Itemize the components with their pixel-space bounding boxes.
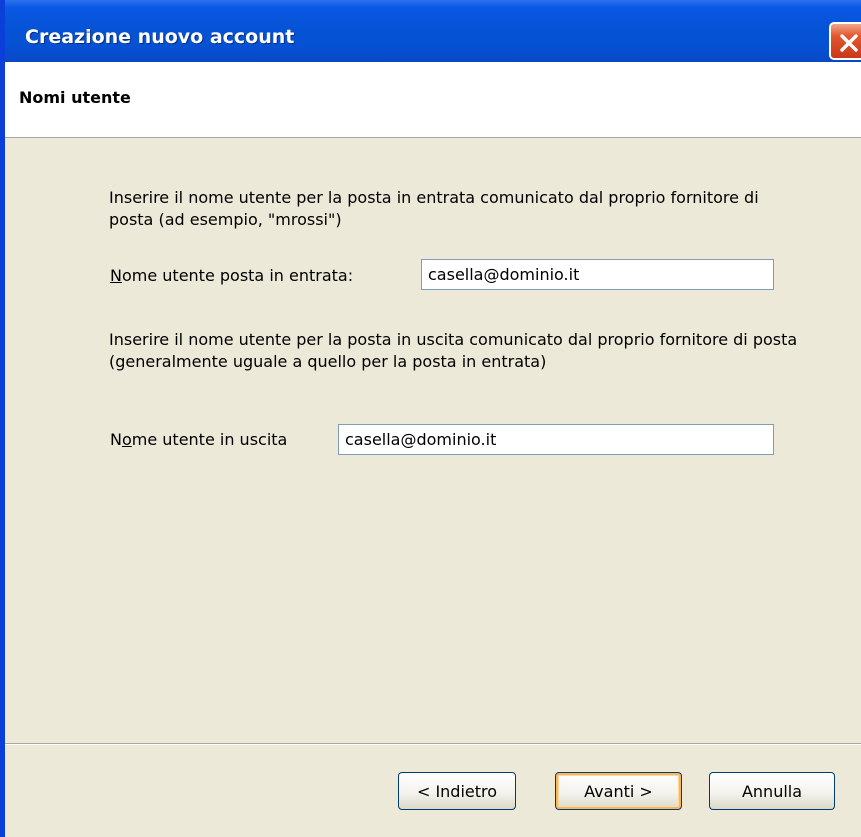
close-button[interactable] (829, 22, 861, 60)
title-bar[interactable]: Creazione nuovo account (5, 0, 861, 62)
incoming-label-accel: N (110, 266, 122, 285)
wizard-header: Nomi utente (5, 62, 861, 138)
incoming-description: Inserire il nome utente per la posta in … (109, 188, 759, 229)
footer-separator (5, 743, 861, 745)
wizard-content: Inserire il nome utente per la posta in … (5, 139, 861, 743)
outgoing-username-label: Nome utente in uscita (110, 430, 287, 449)
outgoing-description: Inserire il nome utente per la posta in … (109, 330, 798, 371)
outgoing-label-accel: o (121, 430, 132, 449)
close-icon (840, 34, 858, 52)
page-title: Nomi utente (19, 88, 131, 107)
next-button[interactable]: Avanti > (555, 772, 682, 810)
window-title: Creazione nuovo account (25, 26, 295, 48)
back-button[interactable]: < Indietro (398, 772, 516, 810)
cancel-button[interactable]: Annulla (709, 772, 835, 810)
outgoing-username-input[interactable] (338, 424, 774, 455)
outgoing-label-pre: N (110, 430, 122, 449)
outgoing-label-text: me utente in uscita (131, 430, 288, 449)
incoming-label-text: ome utente posta in entrata: (121, 266, 354, 285)
incoming-username-input[interactable] (421, 259, 774, 290)
incoming-username-label: Nome utente posta in entrata: (110, 266, 353, 285)
